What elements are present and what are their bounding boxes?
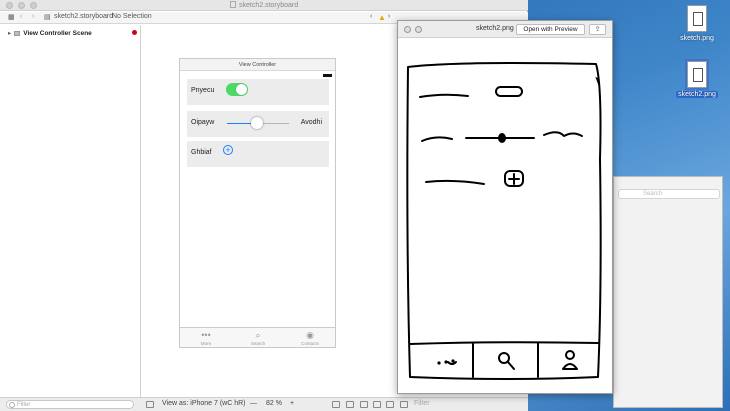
contacts-icon: ◉ xyxy=(306,330,314,340)
zoom-level: 82 % xyxy=(266,400,282,407)
breadcrumb-chevron-icon: › xyxy=(106,13,109,20)
issue-forward-icon[interactable]: › xyxy=(388,13,390,20)
tab-search[interactable]: ⌕ Search xyxy=(232,330,284,346)
search-icon: ⌕ xyxy=(255,330,261,340)
row-label: Oipayw xyxy=(191,119,215,126)
forward-icon[interactable]: › xyxy=(32,13,34,20)
window-title: sketch2.storyboard xyxy=(230,1,298,9)
resolve-issues-icon[interactable] xyxy=(386,401,394,408)
toggle-switch[interactable] xyxy=(226,83,248,96)
quick-look-title: sketch2.png xyxy=(476,25,514,32)
document-icon xyxy=(230,1,236,8)
zoom-window-button[interactable] xyxy=(30,2,37,9)
embed-in-stack-icon[interactable] xyxy=(346,401,354,408)
zoom-out-button[interactable]: — xyxy=(250,400,257,407)
desktop-file-sketch2[interactable]: sketch2.png xyxy=(672,59,722,98)
fullscreen-icon[interactable] xyxy=(415,26,422,33)
table-row[interactable]: Pnyecu xyxy=(187,79,329,105)
view-as-device-label[interactable]: View as: iPhone 7 (wC hR) xyxy=(162,400,246,407)
library-filter-field[interactable]: Filter xyxy=(414,400,430,407)
update-frames-icon[interactable] xyxy=(332,401,340,408)
filter-icon xyxy=(9,402,15,408)
tab-bar: ••• More ⌕ Search ◉ Contacts xyxy=(180,327,335,347)
breadcrumb-file[interactable]: sketch2.storyboard xyxy=(54,13,113,20)
error-icon[interactable] xyxy=(132,30,137,35)
hand-drawn-sketch-image xyxy=(406,62,602,380)
align-icon[interactable] xyxy=(360,401,368,408)
zoom-in-button[interactable]: + xyxy=(290,400,294,407)
tab-contacts[interactable]: ◉ Contacts xyxy=(284,330,336,346)
view-controller[interactable]: View Controller Pnyecu Oipayw Avodhi Ghb… xyxy=(179,58,336,348)
row-label: Ghbiaf xyxy=(191,149,212,156)
finder-window: Search xyxy=(613,176,723,408)
breadcrumb-selection[interactable]: No Selection xyxy=(112,13,152,20)
add-icon[interactable]: + xyxy=(223,145,233,155)
table-row[interactable]: Ghbiaf + xyxy=(187,141,329,167)
battery-icon xyxy=(323,74,332,77)
pin-icon[interactable] xyxy=(373,401,381,408)
title-bar: sketch2.storyboard xyxy=(0,0,528,11)
png-file-icon xyxy=(685,59,709,90)
share-icon[interactable]: ⇪ xyxy=(589,24,606,35)
grid-icon[interactable]: ▦ xyxy=(8,13,15,21)
file-icon: ▤ xyxy=(44,14,51,21)
toggle-outline-icon[interactable] xyxy=(146,401,154,408)
row-label: Pnyecu xyxy=(191,87,215,94)
quick-look-window: sketch2.png Open with Preview ⇪ xyxy=(397,20,613,394)
quick-look-toolbar: sketch2.png Open with Preview ⇪ xyxy=(398,21,612,38)
issue-back-icon[interactable]: ‹ xyxy=(370,13,372,20)
close-window-button[interactable] xyxy=(6,2,13,9)
disclosure-triangle-icon[interactable]: ▸ xyxy=(8,30,11,37)
switch-knob xyxy=(236,84,247,95)
document-outline: ▸ View Controller Scene xyxy=(0,25,141,397)
library-grid-icon[interactable] xyxy=(400,401,408,408)
outline-item-view-controller-scene[interactable]: ▸ View Controller Scene xyxy=(8,29,92,37)
warning-icon[interactable]: ▲ xyxy=(378,13,386,22)
row-right-label: Avodhi xyxy=(300,119,322,126)
close-icon[interactable] xyxy=(404,26,411,33)
scene-title[interactable]: View Controller xyxy=(180,59,335,71)
png-file-icon xyxy=(687,5,707,32)
scene-icon xyxy=(14,31,21,36)
more-icon: ••• xyxy=(201,330,211,340)
outline-filter-field[interactable]: Filter xyxy=(6,400,134,409)
back-icon[interactable]: ‹ xyxy=(20,13,22,20)
bottom-bar: Filter View as: iPhone 7 (wC hR) — 82 % … xyxy=(0,397,528,411)
minimize-window-button[interactable] xyxy=(18,2,25,9)
table-row[interactable]: Oipayw Avodhi xyxy=(187,111,329,137)
finder-search-field[interactable]: Search xyxy=(618,189,720,199)
open-with-preview-button[interactable]: Open with Preview xyxy=(516,24,585,35)
slider-thumb[interactable] xyxy=(251,117,263,129)
tab-more[interactable]: ••• More xyxy=(180,330,232,346)
desktop-file-sketch[interactable]: sketch.png xyxy=(672,5,722,42)
